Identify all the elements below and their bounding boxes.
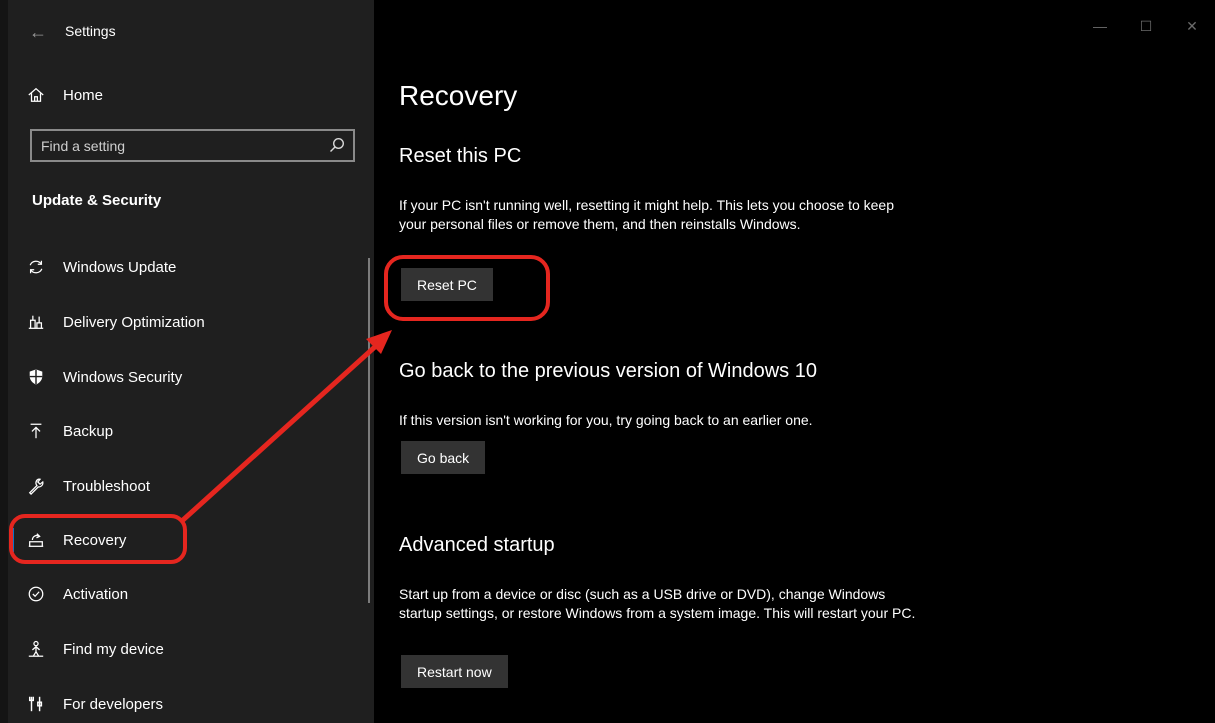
go-back-heading: Go back to the previous version of Windo… (399, 360, 817, 382)
sidebar-section-title: Update & Security (32, 192, 162, 209)
title-bar: ← Settings (8, 8, 374, 52)
sidebar-item-label: Delivery Optimization (63, 313, 205, 331)
sidebar-item-label: Find my device (63, 640, 164, 658)
minimize-icon: — (1093, 18, 1107, 34)
sidebar: ← Settings Home Update & Security (0, 0, 374, 723)
developer-tools-icon (26, 694, 46, 714)
sidebar-item-troubleshoot[interactable]: Troubleshoot (8, 463, 372, 509)
sidebar-item-windows-security[interactable]: Windows Security (8, 354, 372, 400)
page-title: Recovery (399, 80, 518, 111)
back-arrow-icon: ← (29, 21, 47, 42)
close-button[interactable]: ✕ (1169, 8, 1215, 44)
minimize-button[interactable]: — (1077, 8, 1123, 44)
go-back-description: If this version isn't working for you, t… (399, 412, 813, 428)
maximize-button[interactable]: ☐ (1123, 8, 1169, 44)
search-input[interactable] (32, 131, 322, 160)
sidebar-item-for-developers[interactable]: For developers (8, 681, 372, 723)
sidebar-item-label: Troubleshoot (63, 477, 150, 495)
sidebar-item-label: Windows Security (63, 368, 183, 386)
reset-pc-heading: Reset this PC (399, 145, 522, 167)
advanced-startup-description: Start up from a device or disc (such as … (399, 586, 916, 621)
main-content: — ☐ ✕ Recovery Reset this PC If your PC … (374, 0, 1215, 723)
nav-home[interactable]: Home (8, 74, 372, 116)
settings-window: ← Settings Home Update & Security (0, 0, 1215, 723)
window-caption-buttons: — ☐ ✕ (1077, 8, 1215, 44)
sidebar-scrollbar[interactable] (368, 258, 370, 603)
sidebar-item-delivery-optimization[interactable]: Delivery Optimization (8, 299, 372, 345)
sidebar-item-label: Recovery (63, 531, 127, 549)
search-box (30, 129, 355, 162)
restart-now-button[interactable]: Restart now (401, 655, 508, 688)
advanced-startup-heading: Advanced startup (399, 534, 555, 556)
delivery-optimization-icon (26, 312, 46, 332)
reset-pc-description: If your PC isn't running well, resetting… (399, 197, 894, 232)
sidebar-item-label: Activation (63, 585, 129, 603)
person-location-icon (26, 639, 46, 659)
sidebar-item-label: For developers (63, 695, 164, 713)
wrench-icon (26, 476, 46, 496)
search-icon[interactable] (329, 137, 345, 153)
sidebar-item-backup[interactable]: Backup (8, 408, 372, 454)
sidebar-item-recovery[interactable]: Recovery (8, 517, 372, 563)
sidebar-item-windows-update[interactable]: Windows Update (8, 244, 372, 290)
sidebar-item-label: Windows Update (63, 258, 177, 276)
sidebar-item-activation[interactable]: Activation (8, 571, 372, 617)
maximize-icon: ☐ (1139, 17, 1153, 34)
reset-pc-button[interactable]: Reset PC (401, 268, 493, 301)
backup-arrow-icon (26, 421, 46, 441)
sidebar-item-label: Backup (63, 422, 114, 440)
recovery-icon (26, 530, 46, 550)
back-button[interactable]: ← (28, 22, 48, 42)
shield-icon (26, 367, 46, 387)
close-icon: ✕ (1186, 17, 1198, 34)
sidebar-item-find-my-device[interactable]: Find my device (8, 626, 372, 672)
go-back-button[interactable]: Go back (401, 441, 486, 474)
nav-home-label: Home (63, 86, 104, 104)
app-title: Settings (65, 23, 116, 39)
check-circle-icon (26, 584, 46, 604)
sync-icon (26, 257, 46, 277)
home-icon (26, 85, 46, 105)
